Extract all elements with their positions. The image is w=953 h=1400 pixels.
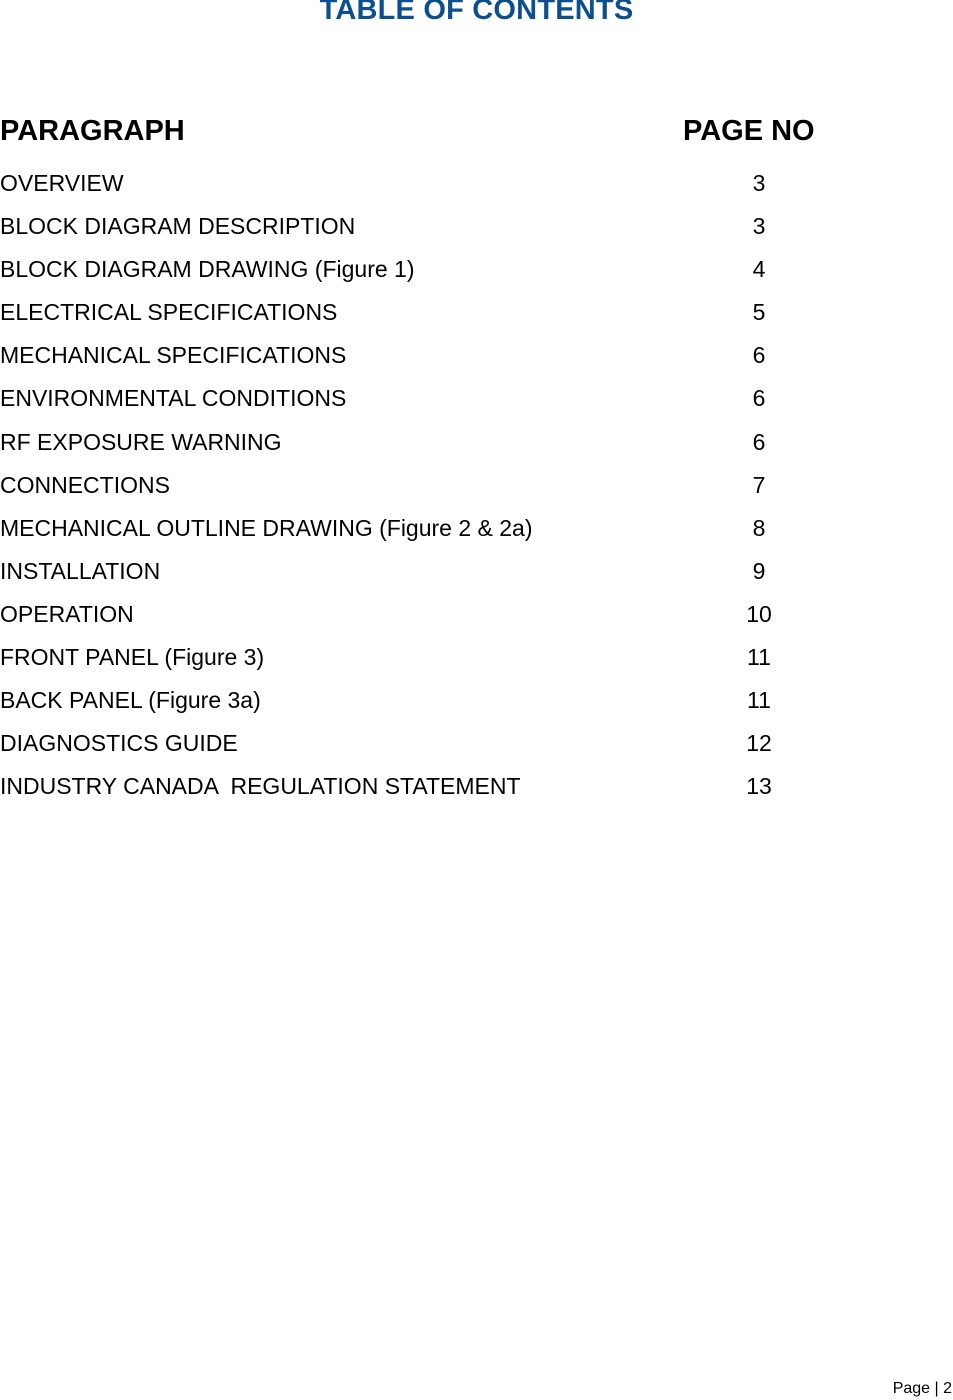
toc-entry-diagnostics-guide[interactable]: DIAGNOSTICS GUIDE 12 — [0, 729, 953, 772]
paragraph-column-header: PARAGRAPH — [0, 115, 185, 147]
toc-entry-label: MECHANICAL OUTLINE DRAWING (Figure 2 & 2… — [0, 514, 533, 541]
toc-entry-label: OPERATION — [0, 600, 134, 627]
toc-entry-page: 10 — [746, 600, 772, 627]
toc-entry-mechanical-outline-drawing[interactable]: MECHANICAL OUTLINE DRAWING (Figure 2 & 2… — [0, 514, 953, 557]
toc-entry-page: 5 — [752, 299, 766, 326]
toc-entry-front-panel[interactable]: FRONT PANEL (Figure 3) 11 — [0, 643, 953, 686]
toc-list: OVERVIEW 3 BLOCK DIAGRAM DESCRIPTION 3 B… — [0, 169, 953, 815]
toc-entry-installation[interactable]: INSTALLATION 9 — [0, 557, 953, 600]
toc-entry-label: FRONT PANEL (Figure 3) — [0, 644, 265, 671]
toc-entry-operation[interactable]: OPERATION 10 — [0, 600, 953, 643]
toc-entry-environmental-conditions[interactable]: ENVIRONMENTAL CONDITIONS 6 — [0, 384, 953, 427]
toc-entry-mechanical-specifications[interactable]: MECHANICAL SPECIFICATIONS 6 — [0, 341, 953, 384]
toc-entry-page: 11 — [747, 644, 771, 671]
toc-entry-block-diagram-drawing[interactable]: BLOCK DIAGRAM DRAWING (Figure 1) 4 — [0, 255, 953, 298]
toc-entry-page: 11 — [747, 687, 771, 714]
toc-entry-page: 6 — [752, 385, 766, 412]
toc-entry-label: INSTALLATION — [0, 557, 161, 584]
toc-entry-label: DIAGNOSTICS GUIDE — [0, 730, 238, 757]
toc-entry-page: 8 — [752, 514, 766, 541]
toc-entry-connections[interactable]: CONNECTIONS 7 — [0, 471, 953, 514]
toc-entry-label: BACK PANEL (Figure 3a) — [0, 687, 261, 714]
toc-title: TABLE OF CONTENTS — [319, 0, 634, 26]
toc-entry-page: 9 — [752, 557, 766, 584]
toc-entry-label: ELECTRICAL SPECIFICATIONS — [0, 299, 338, 326]
toc-entry-rf-exposure-warning[interactable]: RF EXPOSURE WARNING 6 — [0, 428, 953, 471]
toc-entry-back-panel[interactable]: BACK PANEL (Figure 3a) 11 — [0, 686, 953, 729]
toc-entry-block-diagram-description[interactable]: BLOCK DIAGRAM DESCRIPTION 3 — [0, 212, 953, 255]
toc-entry-page: 3 — [752, 213, 766, 240]
page-number-footer: Page | 2 — [892, 1380, 952, 1397]
toc-entry-page: 3 — [752, 170, 766, 196]
toc-entry-label: INDUSTRY CANADA REGULATION STATEMENT — [0, 773, 521, 800]
toc-entry-label: RF EXPOSURE WARNING — [0, 428, 282, 455]
toc-entry-label: MECHANICAL SPECIFICATIONS — [0, 342, 347, 369]
toc-entry-page: 7 — [752, 471, 766, 498]
toc-entry-page: 6 — [752, 428, 766, 455]
toc-entry-electrical-specifications[interactable]: ELECTRICAL SPECIFICATIONS 5 — [0, 298, 953, 341]
toc-entry-page: 13 — [746, 773, 772, 800]
toc-entry-page: 4 — [752, 256, 766, 283]
toc-entry-label: BLOCK DIAGRAM DESCRIPTION — [0, 213, 356, 240]
toc-entry-label: ENVIRONMENTAL CONDITIONS — [0, 385, 347, 412]
toc-entry-page: 12 — [746, 730, 772, 757]
page-no-column-header: PAGE NO — [683, 115, 815, 147]
toc-entry-page: 6 — [752, 342, 766, 369]
toc-entry-industry-canada-regulation-statement[interactable]: INDUSTRY CANADA REGULATION STATEMENT 13 — [0, 772, 953, 815]
toc-entry-overview[interactable]: OVERVIEW 3 — [0, 169, 953, 212]
toc-entry-label: CONNECTIONS — [0, 471, 170, 498]
toc-entry-label: OVERVIEW — [0, 170, 124, 196]
toc-entry-label: BLOCK DIAGRAM DRAWING (Figure 1) — [0, 256, 415, 283]
